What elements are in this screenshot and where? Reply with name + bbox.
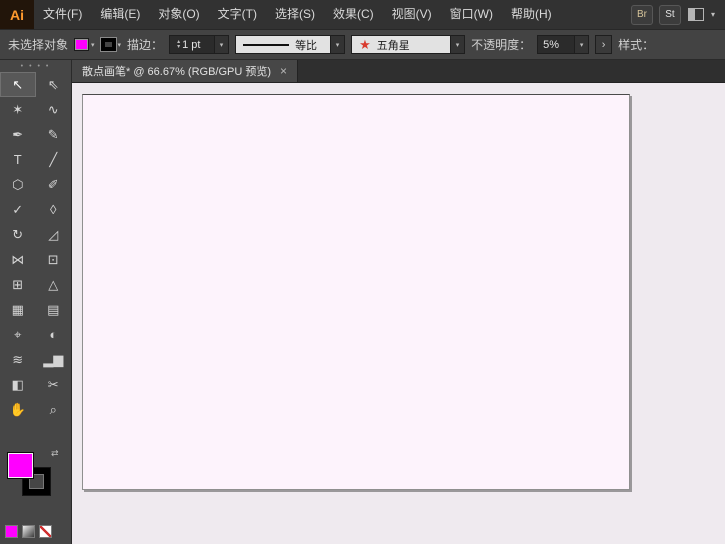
magic-wand-tool[interactable]: ✶	[0, 97, 36, 122]
style-label: 样式：	[618, 38, 655, 52]
stroke-weight-stepper[interactable]: ▴ ▾	[175, 39, 182, 50]
menu-type[interactable]: 文字(T)	[209, 0, 266, 29]
fill-color-swatch[interactable]	[74, 38, 90, 51]
tab-close-icon[interactable]: ×	[280, 65, 287, 77]
slice-tool[interactable]: ✂	[36, 372, 72, 397]
color-mode-buttons	[0, 525, 71, 544]
stroke-swatch-group: ▾	[100, 38, 122, 51]
stroke-weight-input[interactable]: ▴ ▾ 1 pt	[169, 35, 216, 54]
gradient-mode-button[interactable]	[22, 525, 35, 538]
menubar-right: Br St ▾	[630, 0, 725, 29]
hand-tool[interactable]: ✋	[0, 397, 36, 422]
document-area: 散点画笔* @ 66.67% (RGB/GPU 预览) ×	[72, 60, 725, 544]
opacity-label: 不透明度：	[471, 38, 532, 52]
eraser-tool[interactable]: ◊	[36, 197, 72, 222]
fill-stroke-widget: ⇄	[0, 448, 71, 506]
shape-builder-tool[interactable]: ⊞	[0, 272, 36, 297]
brush-dropdown-icon[interactable]: ▾	[451, 35, 466, 54]
profile-value: 等比	[295, 39, 318, 52]
swap-fill-stroke-icon[interactable]: ⇄	[51, 448, 59, 459]
blend-tool[interactable]: ◐	[36, 322, 72, 347]
fill-color-indicator[interactable]	[7, 452, 34, 479]
mesh-tool[interactable]: ▦	[0, 297, 36, 322]
line-segment-tool[interactable]: ╱	[36, 147, 72, 172]
artboard[interactable]	[82, 94, 630, 490]
menu-help[interactable]: 帮助(H)	[502, 0, 561, 29]
tool-grid: ↖ ⇖ ✶ ∿ ✒ ✎ T ╱ ⬡ ✐ ✓ ◊ ↻ ◿ ⋈ ⊡ ⊞ △ ▦ ▤ ⌖ ◐ ≋ ▂▆ ◧ ✂ ✋ ⌕	[0, 72, 71, 422]
direct-selection-tool[interactable]: ⇖	[36, 72, 72, 97]
color-mode-button[interactable]	[5, 525, 18, 538]
toolbar-grip[interactable]: • • • •	[0, 60, 71, 72]
pen-tool[interactable]: ✒	[0, 122, 36, 147]
stock-badge[interactable]: St	[658, 4, 681, 25]
menu-view[interactable]: 视图(V)	[383, 0, 441, 29]
opacity-control: 5% ▾	[537, 35, 590, 54]
star-brush-icon: ★	[359, 37, 371, 52]
symbol-sprayer-tool[interactable]: ≋	[0, 347, 36, 372]
menu-bar: Ai 文件(F) 编辑(E) 对象(O) 文字(T) 选择(S) 效果(C) 视图(V) 窗口…	[0, 0, 725, 30]
none-mode-button[interactable]	[39, 525, 52, 538]
gradient-tool[interactable]: ▤	[36, 297, 72, 322]
pasteboard[interactable]	[72, 83, 725, 544]
menu-file[interactable]: 文件(F)	[34, 0, 91, 29]
column-graph-tool[interactable]: ▂▆	[36, 347, 72, 372]
menu-object[interactable]: 对象(O)	[149, 0, 208, 29]
selection-status: 未选择对象	[8, 38, 69, 52]
more-options-button[interactable]: ›	[595, 35, 613, 54]
scale-tool[interactable]: ◿	[36, 222, 72, 247]
shaper-tool[interactable]: ✓	[0, 197, 36, 222]
fill-swatch-group: ▾	[74, 38, 95, 51]
stroke-weight-value: 1 pt	[182, 38, 201, 51]
brush-definition-dropdown[interactable]: ★ 五角星 ▾	[351, 35, 466, 54]
brush-value: 五角星	[376, 39, 410, 52]
document-tab-bar: 散点画笔* @ 66.67% (RGB/GPU 预览) ×	[72, 60, 725, 83]
eyedropper-tool[interactable]: ⌖	[0, 322, 36, 347]
rotate-tool[interactable]: ↻	[0, 222, 36, 247]
document-tab-title: 散点画笔* @ 66.67% (RGB/GPU 预览)	[82, 66, 272, 78]
menu-window[interactable]: 窗口(W)	[441, 0, 502, 29]
width-tool[interactable]: ⋈	[0, 247, 36, 272]
stroke-weight-control: ▴ ▾ 1 pt ▾	[169, 35, 230, 54]
free-transform-tool[interactable]: ⊡	[36, 247, 72, 272]
bridge-badge[interactable]: Br	[630, 4, 653, 25]
app-logo: Ai	[0, 0, 34, 29]
workspace-chevron-icon[interactable]: ▾	[711, 10, 715, 19]
menu-edit[interactable]: 编辑(E)	[91, 0, 149, 29]
fill-chevron-icon[interactable]: ▾	[91, 41, 95, 49]
stroke-weight-dropdown-icon[interactable]: ▾	[215, 35, 230, 54]
menu-effect[interactable]: 效果(C)	[324, 0, 383, 29]
main-area: • • • • ↖ ⇖ ✶ ∿ ✒ ✎ T ╱ ⬡ ✐ ✓ ◊ ↻ ◿ ⋈ ⊡ ⊞ △ ▦ ▤ ⌖ ◐ ≋ ▂▆ ◧ ✂ ✋ ⌕ ⇄ …	[0, 60, 725, 544]
zoom-tool[interactable]: ⌕	[36, 397, 72, 422]
document-tab[interactable]: 散点画笔* @ 66.67% (RGB/GPU 预览) ×	[72, 60, 299, 82]
control-bar: 未选择对象 ▾ ▾ 描边： ▴ ▾ 1 pt ▾ 等比 ▾ ★ 五角星 ▾ 不透…	[0, 30, 725, 60]
opacity-input[interactable]: 5%	[537, 35, 576, 54]
type-tool[interactable]: T	[0, 147, 36, 172]
opacity-dropdown-icon[interactable]: ▾	[575, 35, 590, 54]
paintbrush-tool[interactable]: ✐	[36, 172, 72, 197]
menus: 文件(F) 编辑(E) 对象(O) 文字(T) 选择(S) 效果(C) 视图(V) 窗口(W)…	[34, 0, 561, 29]
stepper-down-icon[interactable]: ▾	[177, 44, 180, 50]
perspective-grid-tool[interactable]: △	[36, 272, 72, 297]
stroke-weight-label: 描边：	[127, 38, 164, 52]
profile-line-icon	[243, 43, 290, 46]
workspace-switcher-icon[interactable]	[687, 8, 704, 21]
artboard-tool[interactable]: ◧	[0, 372, 36, 397]
selection-tool[interactable]: ↖	[0, 72, 36, 97]
opacity-value: 5%	[543, 38, 559, 51]
curvature-tool[interactable]: ✎	[36, 122, 72, 147]
lasso-tool[interactable]: ∿	[36, 97, 72, 122]
stroke-profile-dropdown[interactable]: 等比 ▾	[235, 35, 346, 54]
polygon-tool[interactable]: ⬡	[0, 172, 36, 197]
profile-dropdown-icon[interactable]: ▾	[331, 35, 346, 54]
tools-panel: • • • • ↖ ⇖ ✶ ∿ ✒ ✎ T ╱ ⬡ ✐ ✓ ◊ ↻ ◿ ⋈ ⊡ ⊞ △ ▦ ▤ ⌖ ◐ ≋ ▂▆ ◧ ✂ ✋ ⌕ ⇄	[0, 60, 72, 544]
illustrator-app: Ai 文件(F) 编辑(E) 对象(O) 文字(T) 选择(S) 效果(C) 视图(V) 窗口…	[0, 0, 725, 544]
menu-select[interactable]: 选择(S)	[266, 0, 324, 29]
stroke-chevron-icon[interactable]: ▾	[118, 41, 122, 49]
stroke-color-swatch[interactable]	[100, 38, 116, 51]
